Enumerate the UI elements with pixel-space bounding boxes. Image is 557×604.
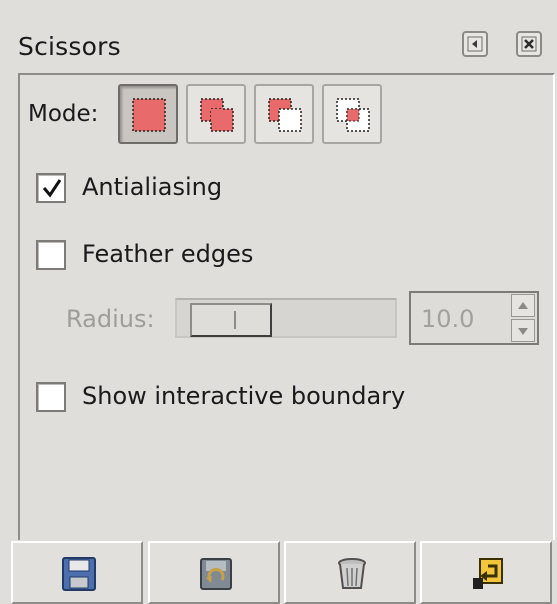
replace-selection-icon: [132, 98, 166, 132]
triangle-left-icon: [467, 36, 483, 52]
radius-slider-handle[interactable]: [190, 303, 272, 337]
antialiasing-checkbox[interactable]: [36, 173, 66, 203]
radius-label: Radius:: [66, 305, 155, 333]
save-icon: [62, 557, 96, 591]
panel-menu-button[interactable]: [462, 31, 488, 57]
radius-spinbutton[interactable]: 10.0: [409, 291, 539, 345]
restore-options-button[interactable]: [148, 541, 280, 604]
mode-intersect-button[interactable]: [322, 84, 382, 144]
panel-title: Scissors: [18, 32, 121, 61]
show-interactive-boundary-label: Show interactive boundary: [82, 382, 406, 410]
reset-icon: [473, 558, 503, 589]
delete-icon: [338, 558, 366, 589]
feather-edges-checkbox[interactable]: [36, 240, 66, 270]
options-button-bar: [11, 541, 554, 604]
antialiasing-label: Antialiasing: [82, 173, 223, 201]
radius-increment-button[interactable]: [511, 294, 535, 317]
feather-edges-label: Feather edges: [82, 240, 254, 268]
panel-title-bar: Scissors: [6, 20, 551, 70]
delete-options-button[interactable]: [284, 541, 416, 604]
add-selection-icon: [200, 98, 234, 132]
mode-label: Mode:: [28, 101, 99, 127]
mode-add-button[interactable]: [186, 84, 246, 144]
show-interactive-boundary-checkbox[interactable]: [36, 382, 66, 412]
mode-subtract-button[interactable]: [254, 84, 314, 144]
save-options-button[interactable]: [11, 541, 143, 604]
arrow-down-icon: [518, 328, 528, 335]
panel-close-button[interactable]: [516, 31, 542, 57]
mode-replace-button[interactable]: [118, 84, 178, 144]
radius-decrement-button[interactable]: [511, 319, 535, 342]
radius-value: 10.0: [421, 305, 475, 333]
intersect-selection-icon: [336, 98, 370, 132]
arrow-up-icon: [518, 302, 528, 309]
tool-options-panel: Scissors Mode: Antialiasing Feather edge…: [0, 0, 557, 604]
reset-options-button[interactable]: [420, 541, 552, 604]
slider-grip: [234, 311, 236, 329]
close-icon: [521, 36, 537, 52]
subtract-selection-icon: [268, 98, 302, 132]
checkmark-icon: [42, 179, 62, 198]
restore-icon: [200, 558, 232, 590]
